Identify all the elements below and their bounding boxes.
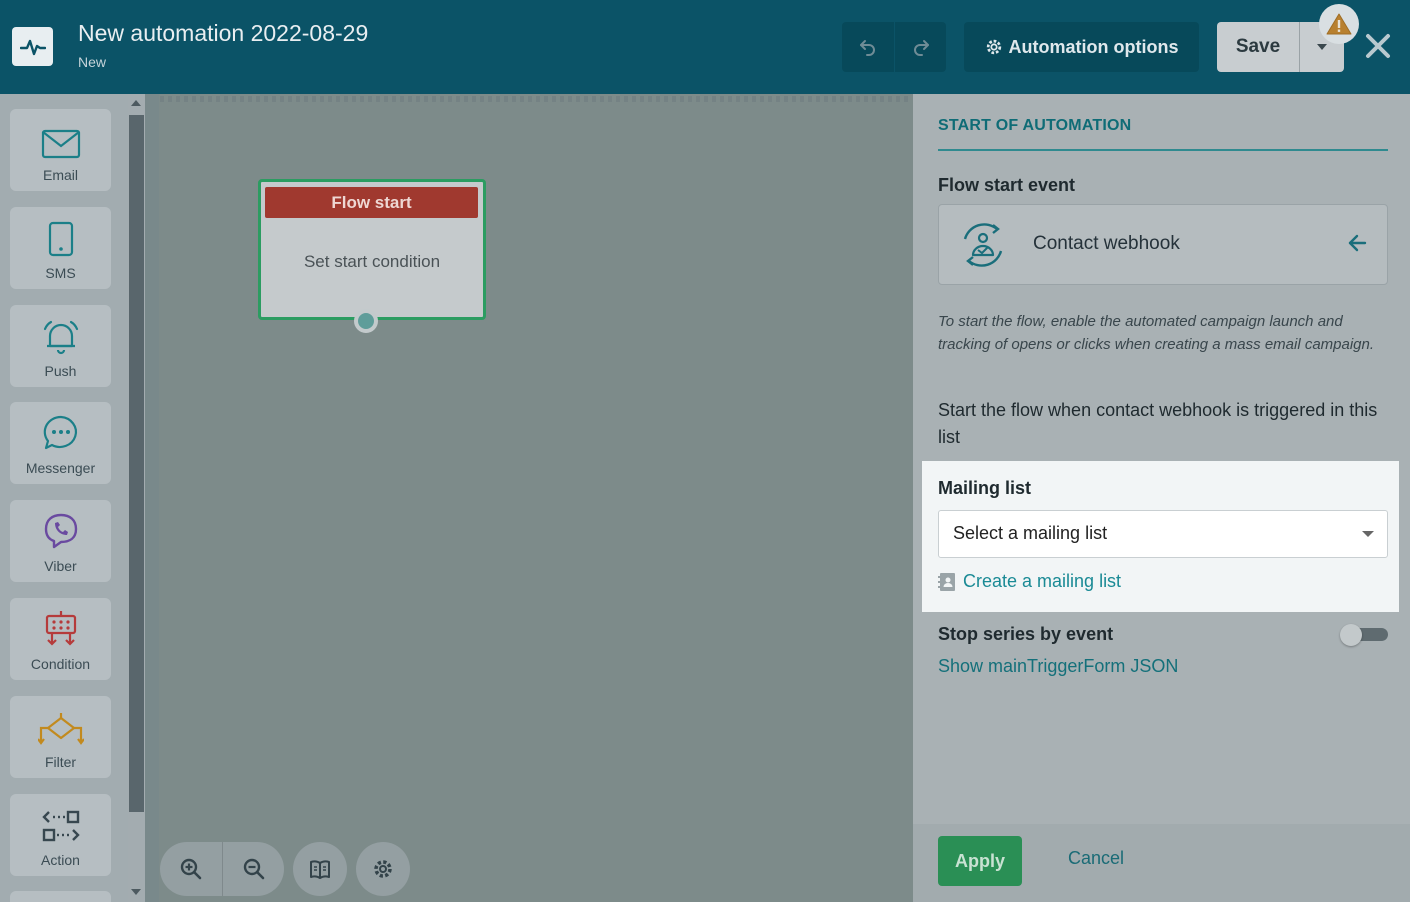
flow-start-hint: To start the flow, enable the automated … <box>938 313 1375 353</box>
show-json-link[interactable]: Show mainTriggerForm JSON <box>938 656 1178 677</box>
envelope-icon <box>41 129 80 159</box>
panel-heading: START OF AUTOMATION <box>938 117 1132 134</box>
create-mailing-list-label: Create a mailing list <box>963 571 1122 591</box>
palette-label: Messenger <box>25 460 96 476</box>
canvas-settings-button[interactable] <box>356 842 410 896</box>
condition-icon <box>45 611 76 646</box>
flow-node-title: Flow start <box>265 187 478 218</box>
redo-icon <box>913 40 929 56</box>
stop-series-toggle[interactable] <box>1340 624 1388 646</box>
stop-series-label: Stop series by event <box>938 624 1114 644</box>
phone-icon <box>48 221 73 257</box>
warning-icon <box>1326 13 1352 35</box>
zoom-out-icon <box>243 858 264 880</box>
close-button[interactable] <box>1362 30 1394 62</box>
palette-item-action[interactable]: Action <box>10 794 111 876</box>
apply-button[interactable]: Apply <box>938 836 1022 886</box>
mailing-list-placeholder: Select a mailing list <box>953 523 1108 543</box>
zoom-out-button[interactable] <box>222 842 284 896</box>
node-output-connector[interactable] <box>354 309 378 333</box>
undo-icon <box>860 40 875 56</box>
create-mailing-list-link[interactable]: Create a mailing list <box>938 571 1121 592</box>
redo-button[interactable] <box>894 22 946 72</box>
save-button[interactable]: Save <box>1217 22 1299 72</box>
cancel-button[interactable]: Cancel <box>1068 848 1124 869</box>
top-header: New automation 2022-08-29 New Automation… <box>0 0 1410 94</box>
undo-button[interactable] <box>842 22 894 72</box>
toggle-knob <box>1340 624 1362 646</box>
chevron-down-icon <box>1317 44 1327 50</box>
palette-item-messenger[interactable]: Messenger <box>10 402 111 484</box>
bell-icon <box>43 320 78 355</box>
gear-icon <box>986 39 1001 55</box>
palette-label: Condition <box>30 656 91 672</box>
action-icon <box>41 810 80 842</box>
canvas-edge <box>145 94 159 902</box>
filter-icon <box>37 713 84 745</box>
palette-item-push[interactable]: Push <box>10 305 111 387</box>
automation-status: New <box>78 54 107 70</box>
viber-icon <box>44 513 77 549</box>
history-controls <box>842 22 946 72</box>
gear-icon <box>374 860 392 878</box>
flow-node-condition: Set start condition <box>303 252 441 271</box>
pulse-icon[interactable] <box>12 27 53 66</box>
event-back-button[interactable] <box>1345 231 1369 259</box>
mailing-list-label: Mailing list <box>938 478 1032 498</box>
address-book-icon <box>938 572 955 591</box>
chat-bubble-icon <box>43 415 77 450</box>
canvas-top-border <box>160 96 912 102</box>
palette-item-sms[interactable]: SMS <box>10 207 111 289</box>
flow-start-event-card[interactable]: Contact webhook <box>938 204 1388 285</box>
palette-label: SMS <box>45 265 76 281</box>
palette-item-viber[interactable]: Viber <box>10 500 111 582</box>
palette-label: Email <box>42 167 78 183</box>
palette-item-filter[interactable]: Filter <box>10 696 111 778</box>
scroll-up-icon[interactable] <box>131 100 141 106</box>
arrow-left-icon <box>1348 234 1367 252</box>
chevron-down-icon <box>1362 531 1374 537</box>
palette-item-partial[interactable] <box>10 891 111 902</box>
close-icon <box>1366 34 1390 58</box>
zoom-in-button[interactable] <box>160 842 222 896</box>
palette-label: Viber <box>44 558 77 574</box>
palette-label: Push <box>44 363 77 379</box>
guide-button[interactable] <box>293 842 347 896</box>
automation-options-button[interactable]: Automation options <box>964 22 1199 72</box>
mailing-list-select[interactable]: Select a mailing list <box>938 510 1388 558</box>
warning-badge[interactable] <box>1319 4 1359 44</box>
book-icon <box>310 860 330 879</box>
flow-start-event-label: Flow start event <box>938 175 1076 195</box>
panel-heading-divider <box>938 149 1388 151</box>
palette-label: Filter <box>44 754 77 770</box>
flow-start-node[interactable]: Flow start Set start condition <box>258 179 486 320</box>
palette-item-email[interactable]: Email <box>10 109 111 191</box>
automation-options-label: Automation options <box>1008 36 1179 57</box>
zoom-controls <box>160 842 284 896</box>
flow-start-description: Start the flow when contact webhook is t… <box>938 400 1378 447</box>
palette-item-condition[interactable]: Condition <box>10 598 111 680</box>
palette-label: Action <box>41 852 80 868</box>
webhook-contact-icon <box>957 219 1009 275</box>
automation-title[interactable]: New automation 2022-08-29 <box>78 20 368 47</box>
scroll-down-icon[interactable] <box>131 889 141 895</box>
flow-start-event-name: Contact webhook <box>1033 233 1180 254</box>
zoom-in-icon <box>180 858 202 880</box>
palette-scroll-thumb[interactable] <box>129 115 144 812</box>
